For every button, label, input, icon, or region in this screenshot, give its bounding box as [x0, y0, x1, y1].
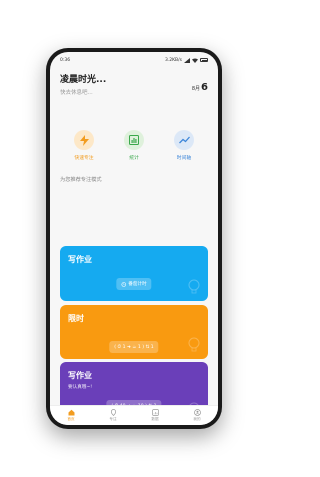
tab-label: 首页 [67, 417, 75, 421]
user-icon [193, 409, 201, 416]
status-indicators: 3.2KB/s [164, 57, 208, 63]
card-pill-label: ( ⏱ 1 ➜ ☕ 1 ) ⇅ 1 [114, 345, 154, 350]
trend-icon [174, 130, 194, 150]
status-bar: 0:36 3.2KB/s [50, 52, 218, 68]
tab-data[interactable]: 数据 [140, 409, 170, 422]
phone-frame: 0:36 3.2KB/s 凌晨时光... 快去休息吧... 8月 6 快速专注 [46, 48, 222, 429]
tab-profile[interactable]: 我的 [182, 409, 212, 422]
data-icon [151, 409, 159, 416]
tab-label: 专注 [109, 417, 117, 421]
home-icon [68, 409, 74, 416]
date-day: 6 [201, 82, 208, 93]
quick-focus-button[interactable]: 快速专注 [64, 130, 104, 172]
bottom-tab-bar: 首页 专注 数据 我的 [50, 405, 218, 425]
location-icon [110, 409, 116, 416]
quick-focus-label: 快速专注 [74, 156, 94, 161]
greeting-title: 凌晨时光... [60, 75, 107, 85]
wifi-icon [192, 58, 198, 63]
signal-icon [184, 57, 190, 63]
net-speed: 3.2KB/s [164, 57, 182, 63]
quick-timeline-button[interactable]: 时间轴 [164, 130, 204, 172]
battery-icon [200, 58, 208, 62]
tab-label: 我的 [193, 417, 201, 421]
quick-actions: 快速专注 统计 时间轴 [50, 110, 218, 172]
greeting-header: 凌晨时光... 快去休息吧... 8月 6 [50, 68, 218, 110]
app-screen: 0:36 3.2KB/s 凌晨时光... 快去休息吧... 8月 6 快速专注 [50, 52, 218, 425]
card-pill[interactable]: 番茄计时 [116, 278, 152, 290]
lightning-icon [74, 130, 94, 150]
card-title: 写作业 [68, 371, 92, 380]
timer-icon [121, 281, 127, 287]
quick-timeline-label: 时间轴 [176, 156, 192, 161]
section-title: 为您推荐专注模式 [60, 177, 102, 183]
mode-card-homework[interactable]: 写作业 番茄计时 [60, 246, 208, 301]
bulb-icon [188, 337, 200, 352]
date-display: 8月 6 [192, 82, 208, 93]
tab-focus[interactable]: 专注 [98, 409, 128, 422]
card-pill[interactable]: ( ⏱ 1 ➜ ☕ 1 ) ⇅ 1 [109, 341, 159, 353]
card-title: 写作业 [68, 255, 92, 264]
tab-label: 数据 [151, 417, 159, 421]
tab-home[interactable]: 首页 [56, 409, 86, 422]
card-pill-label: 番茄计时 [128, 282, 147, 287]
mode-card-timelimit[interactable]: 限时 ( ⏱ 1 ➜ ☕ 1 ) ⇅ 1 [60, 305, 208, 359]
greeting-subtitle: 快去休息吧... [60, 90, 93, 96]
card-subtitle: 要认真哦~! [68, 385, 93, 390]
card-title: 限时 [68, 314, 84, 323]
chart-icon [124, 130, 144, 150]
bulb-icon [188, 279, 200, 294]
date-month: 8月 [191, 86, 201, 92]
quick-stats-label: 统计 [129, 156, 139, 161]
quick-stats-button[interactable]: 统计 [114, 130, 154, 172]
status-time: 0:36 [60, 57, 71, 63]
